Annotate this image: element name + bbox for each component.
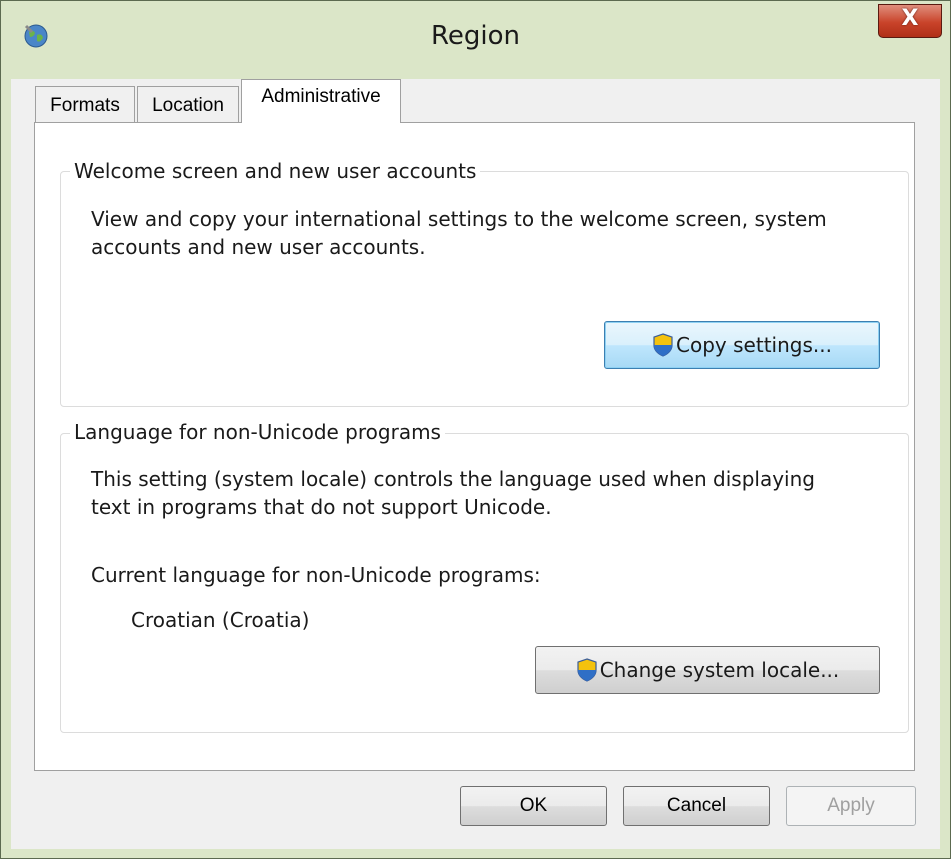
ok-button[interactable]: OK: [460, 786, 607, 826]
cancel-button[interactable]: Cancel: [623, 786, 770, 826]
change-system-locale-button[interactable]: Change system locale...: [535, 646, 880, 694]
window-title: Region: [430, 21, 520, 51]
language-description-line2: text in programs that do not support Uni…: [91, 495, 552, 519]
region-dialog: Region X Formats Location Administrative…: [0, 0, 951, 859]
copy-settings-label: Copy settings...: [676, 333, 832, 357]
welcome-description-line2: accounts and new user accounts.: [91, 235, 426, 259]
apply-button[interactable]: Apply: [786, 786, 916, 826]
welcome-group-title: Welcome screen and new user accounts: [70, 159, 481, 183]
uac-shield-icon: [577, 658, 597, 682]
copy-settings-button[interactable]: Copy settings...: [604, 321, 880, 369]
administrative-panel: Welcome screen and new user accounts Vie…: [34, 122, 915, 771]
current-language-label: Current language for non-Unicode program…: [91, 563, 541, 587]
title-bar: Region X: [1, 1, 950, 79]
close-button[interactable]: X: [878, 4, 942, 38]
close-icon: X: [901, 6, 919, 31]
current-language-value: Croatian (Croatia): [131, 608, 310, 632]
tab-administrative[interactable]: Administrative: [241, 79, 401, 123]
uac-shield-icon: [653, 333, 673, 357]
change-system-locale-label: Change system locale...: [599, 658, 840, 682]
dialog-client-area: Formats Location Administrative Welcome …: [11, 79, 940, 849]
tab-formats[interactable]: Formats: [35, 86, 135, 124]
tab-location[interactable]: Location: [137, 86, 239, 124]
welcome-description-line1: View and copy your international setting…: [91, 207, 827, 231]
language-description-line1: This setting (system locale) controls th…: [91, 467, 815, 491]
language-group-title: Language for non-Unicode programs: [70, 420, 445, 444]
